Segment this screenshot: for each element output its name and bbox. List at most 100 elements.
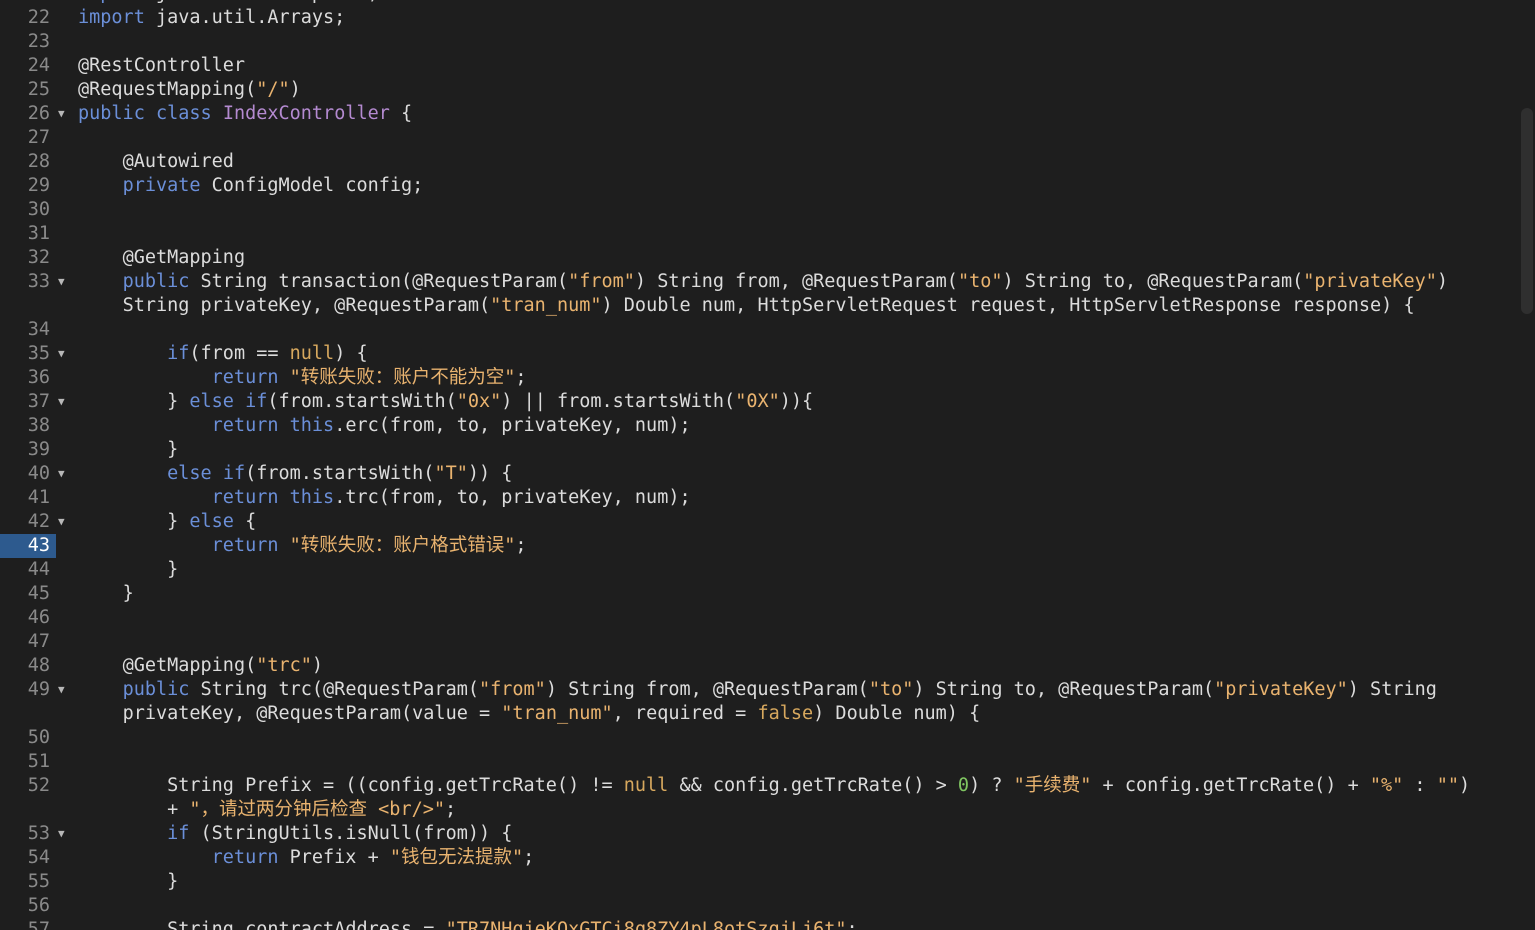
line-number-gutter[interactable]: 29: [0, 174, 56, 198]
line-number-gutter[interactable]: 55: [0, 870, 56, 894]
code-text[interactable]: return this.trc(from, to, privateKey, nu…: [78, 486, 1515, 510]
code-editor[interactable]: 21import java.io.IOException;22import ja…: [0, 0, 1535, 930]
code-text[interactable]: [78, 318, 1515, 342]
line-number-gutter[interactable]: 31: [0, 222, 56, 246]
code-text[interactable]: return "转账失败：账户不能为空";: [78, 366, 1515, 390]
scrollbar-thumb[interactable]: [1521, 108, 1533, 314]
code-line[interactable]: 51: [0, 750, 1515, 774]
code-line[interactable]: 44 }: [0, 558, 1515, 582]
code-line[interactable]: 39 }: [0, 438, 1515, 462]
code-line[interactable]: 53 ▼ if (StringUtils.isNull(from)) {: [0, 822, 1515, 846]
code-area[interactable]: 21import java.io.IOException;22import ja…: [0, 0, 1515, 930]
line-number-gutter[interactable]: 46: [0, 606, 56, 630]
code-text[interactable]: return Prefix + "钱包无法提款";: [78, 846, 1515, 870]
code-line[interactable]: 49 ▼ public String trc(@RequestParam("fro…: [0, 678, 1515, 726]
code-line[interactable]: 36 return "转账失败：账户不能为空";: [0, 366, 1515, 390]
line-number-gutter[interactable]: 35: [0, 342, 56, 366]
code-line[interactable]: 56: [0, 894, 1515, 918]
fold-toggle-icon[interactable]: ▼: [56, 342, 78, 366]
code-line[interactable]: 42 ▼ } else {: [0, 510, 1515, 534]
code-text[interactable]: }: [78, 438, 1515, 462]
line-number-gutter[interactable]: 36: [0, 366, 56, 390]
code-text[interactable]: [78, 894, 1515, 918]
line-number-gutter[interactable]: 44: [0, 558, 56, 582]
code-line[interactable]: 38 return this.erc(from, to, privateKey,…: [0, 414, 1515, 438]
code-text[interactable]: [78, 750, 1515, 774]
code-text[interactable]: [78, 30, 1515, 54]
line-number-gutter[interactable]: 37: [0, 390, 56, 414]
fold-toggle-icon[interactable]: ▼: [56, 822, 78, 846]
line-number-gutter[interactable]: 23: [0, 30, 56, 54]
code-text[interactable]: }: [78, 870, 1515, 894]
code-text[interactable]: } else {: [78, 510, 1515, 534]
code-text[interactable]: }: [78, 582, 1515, 606]
code-line[interactable]: 54 return Prefix + "钱包无法提款";: [0, 846, 1515, 870]
code-text[interactable]: String contractAddress = "TR7NHqjeKQxGTC…: [78, 918, 1515, 930]
line-number-gutter[interactable]: 22: [0, 6, 56, 30]
code-line[interactable]: 40 ▼ else if(from.startsWith("T")) {: [0, 462, 1515, 486]
line-number-gutter[interactable]: 32: [0, 246, 56, 270]
fold-toggle-icon[interactable]: ▼: [56, 102, 78, 126]
code-line[interactable]: 43 return "转账失败：账户格式错误";: [0, 534, 1515, 558]
code-line[interactable]: 57 String contractAddress = "TR7NHqjeKQx…: [0, 918, 1515, 930]
line-number-gutter[interactable]: 45: [0, 582, 56, 606]
code-text[interactable]: return "转账失败：账户格式错误";: [78, 534, 1515, 558]
fold-toggle-icon[interactable]: ▼: [56, 510, 78, 534]
code-text[interactable]: [78, 222, 1515, 246]
code-text[interactable]: private ConfigModel config;: [78, 174, 1515, 198]
fold-toggle-icon[interactable]: ▼: [56, 390, 78, 414]
code-text[interactable]: @RequestMapping("/"): [78, 78, 1515, 102]
code-line[interactable]: 28 @Autowired: [0, 150, 1515, 174]
line-number-gutter[interactable]: 38: [0, 414, 56, 438]
code-line[interactable]: 31: [0, 222, 1515, 246]
code-text[interactable]: public class IndexController {: [78, 102, 1515, 126]
line-number-gutter[interactable]: 25: [0, 78, 56, 102]
code-text[interactable]: @GetMapping: [78, 246, 1515, 270]
code-text[interactable]: public String transaction(@RequestParam(…: [78, 270, 1515, 318]
code-line[interactable]: 35 ▼ if(from == null) {: [0, 342, 1515, 366]
code-line[interactable]: 46: [0, 606, 1515, 630]
line-number-gutter[interactable]: 33: [0, 270, 56, 318]
line-number-gutter[interactable]: 57: [0, 918, 56, 930]
code-line[interactable]: 48 @GetMapping("trc"): [0, 654, 1515, 678]
line-number-gutter[interactable]: 56: [0, 894, 56, 918]
line-number-gutter[interactable]: 48: [0, 654, 56, 678]
line-number-gutter[interactable]: 30: [0, 198, 56, 222]
line-number-gutter[interactable]: 24: [0, 54, 56, 78]
code-line[interactable]: 26 ▼ public class IndexController {: [0, 102, 1515, 126]
line-number-gutter[interactable]: 50: [0, 726, 56, 750]
line-number-gutter[interactable]: 34: [0, 318, 56, 342]
line-number-gutter[interactable]: 53: [0, 822, 56, 846]
code-line[interactable]: 52 String Prefix = ((config.getTrcRate()…: [0, 774, 1515, 822]
code-line[interactable]: 32 @GetMapping: [0, 246, 1515, 270]
code-text[interactable]: } else if(from.startsWith("0x") || from.…: [78, 390, 1515, 414]
code-text[interactable]: String Prefix = ((config.getTrcRate() !=…: [78, 774, 1515, 822]
line-number-gutter[interactable]: 28: [0, 150, 56, 174]
fold-toggle-icon[interactable]: ▼: [56, 462, 78, 486]
code-line[interactable]: 27: [0, 126, 1515, 150]
line-number-gutter[interactable]: 49: [0, 678, 56, 726]
code-text[interactable]: @RestController: [78, 54, 1515, 78]
code-text[interactable]: else if(from.startsWith("T")) {: [78, 462, 1515, 486]
code-line[interactable]: 22 import java.util.Arrays;: [0, 6, 1515, 30]
line-number-gutter[interactable]: 41: [0, 486, 56, 510]
line-number-gutter[interactable]: 40: [0, 462, 56, 486]
code-line[interactable]: 30: [0, 198, 1515, 222]
code-text[interactable]: }: [78, 558, 1515, 582]
line-number-gutter[interactable]: 47: [0, 630, 56, 654]
code-line[interactable]: 47: [0, 630, 1515, 654]
code-line[interactable]: 45 }: [0, 582, 1515, 606]
line-number-gutter[interactable]: 52: [0, 774, 56, 822]
code-line[interactable]: 34: [0, 318, 1515, 342]
code-text[interactable]: [78, 726, 1515, 750]
code-line[interactable]: 33 ▼ public String transaction(@RequestPa…: [0, 270, 1515, 318]
code-text[interactable]: if(from == null) {: [78, 342, 1515, 366]
code-line[interactable]: 50: [0, 726, 1515, 750]
line-number-gutter[interactable]: 26: [0, 102, 56, 126]
code-line[interactable]: 41 return this.trc(from, to, privateKey,…: [0, 486, 1515, 510]
code-line[interactable]: 37 ▼ } else if(from.startsWith("0x") || f…: [0, 390, 1515, 414]
fold-toggle-icon[interactable]: ▼: [56, 678, 78, 726]
code-text[interactable]: return this.erc(from, to, privateKey, nu…: [78, 414, 1515, 438]
code-text[interactable]: [78, 606, 1515, 630]
code-text[interactable]: import java.util.Arrays;: [78, 6, 1515, 30]
